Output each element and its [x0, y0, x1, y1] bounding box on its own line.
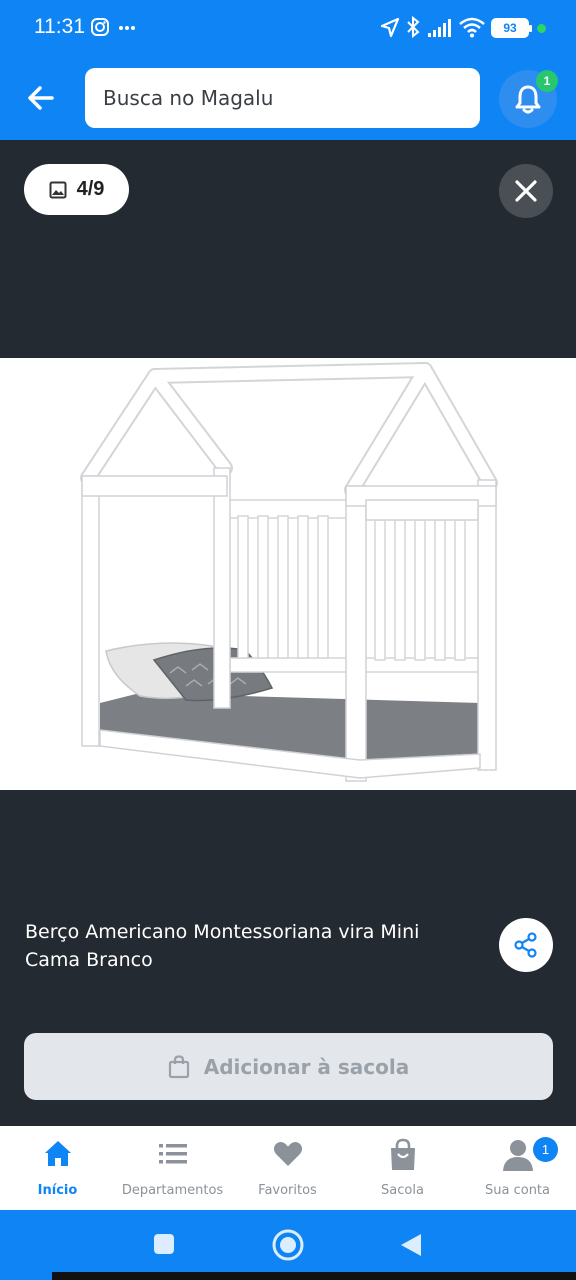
instagram-icon: [91, 18, 109, 36]
privacy-indicator: [537, 24, 546, 33]
add-to-bag-button[interactable]: Adicionar à sacola: [24, 1033, 553, 1100]
nav-label: Sua conta: [485, 1183, 550, 1198]
share-button[interactable]: [499, 918, 553, 972]
account-badge: 1: [533, 1137, 558, 1162]
nav-label: Favoritos: [258, 1183, 317, 1198]
status-time: 11:31: [34, 15, 85, 38]
back-triangle-icon[interactable]: [399, 1232, 423, 1258]
shopping-bag-icon: [168, 1054, 189, 1078]
signal-icon: [428, 19, 451, 37]
product-image[interactable]: [0, 358, 576, 790]
bag-icon: [390, 1138, 415, 1170]
add-to-bag-label: Adicionar à sacola: [203, 1054, 410, 1079]
back-arrow-icon[interactable]: [22, 78, 62, 118]
notification-badge: 1: [536, 70, 558, 92]
system-navigation-bar: [0, 1210, 576, 1280]
product-title: Berço Americano Montessoriana vira Mini …: [25, 921, 420, 971]
nav-label: Sacola: [381, 1183, 424, 1198]
home-circle-icon[interactable]: [271, 1228, 305, 1262]
nav-label: Departamentos: [121, 1183, 224, 1198]
home-icon: [44, 1141, 71, 1166]
nav-label: Início: [37, 1183, 78, 1198]
bluetooth-icon: [407, 15, 420, 39]
close-icon: [515, 180, 537, 202]
wifi-icon: [459, 17, 485, 38]
share-icon: [514, 932, 537, 958]
nav-item-inicio[interactable]: Início: [0, 1126, 115, 1210]
image-icon: [49, 181, 67, 198]
crib-bed-image: [80, 362, 498, 782]
search-input[interactable]: [85, 68, 480, 128]
bell-icon: [515, 85, 541, 114]
nav-item-sua-conta[interactable]: Sua conta: [460, 1126, 575, 1210]
nav-item-sacola[interactable]: Sacola: [345, 1126, 460, 1210]
nav-item-favoritos[interactable]: Favoritos: [230, 1126, 345, 1210]
bottom-navigation: Início Departamentos Favoritos Sacola Su…: [0, 1126, 576, 1210]
image-counter: 4/9: [24, 164, 129, 215]
heart-icon: [273, 1141, 302, 1166]
image-counter-text: 4/9: [76, 178, 105, 200]
location-icon: [380, 17, 400, 38]
recent-apps-icon[interactable]: [152, 1232, 176, 1256]
user-icon: [502, 1140, 533, 1171]
more-icon: [119, 26, 135, 30]
close-gallery-button[interactable]: [499, 164, 553, 218]
list-icon: [158, 1144, 187, 1164]
status-bar: 11:31 93: [0, 0, 576, 58]
app-header: 11:31 93 Busca no Magalu 1: [0, 0, 576, 140]
nav-item-departamentos[interactable]: Departamentos: [115, 1126, 230, 1210]
search-bar[interactable]: [85, 68, 480, 128]
gesture-bar: [52, 1272, 576, 1280]
battery-icon: 93: [491, 18, 532, 38]
